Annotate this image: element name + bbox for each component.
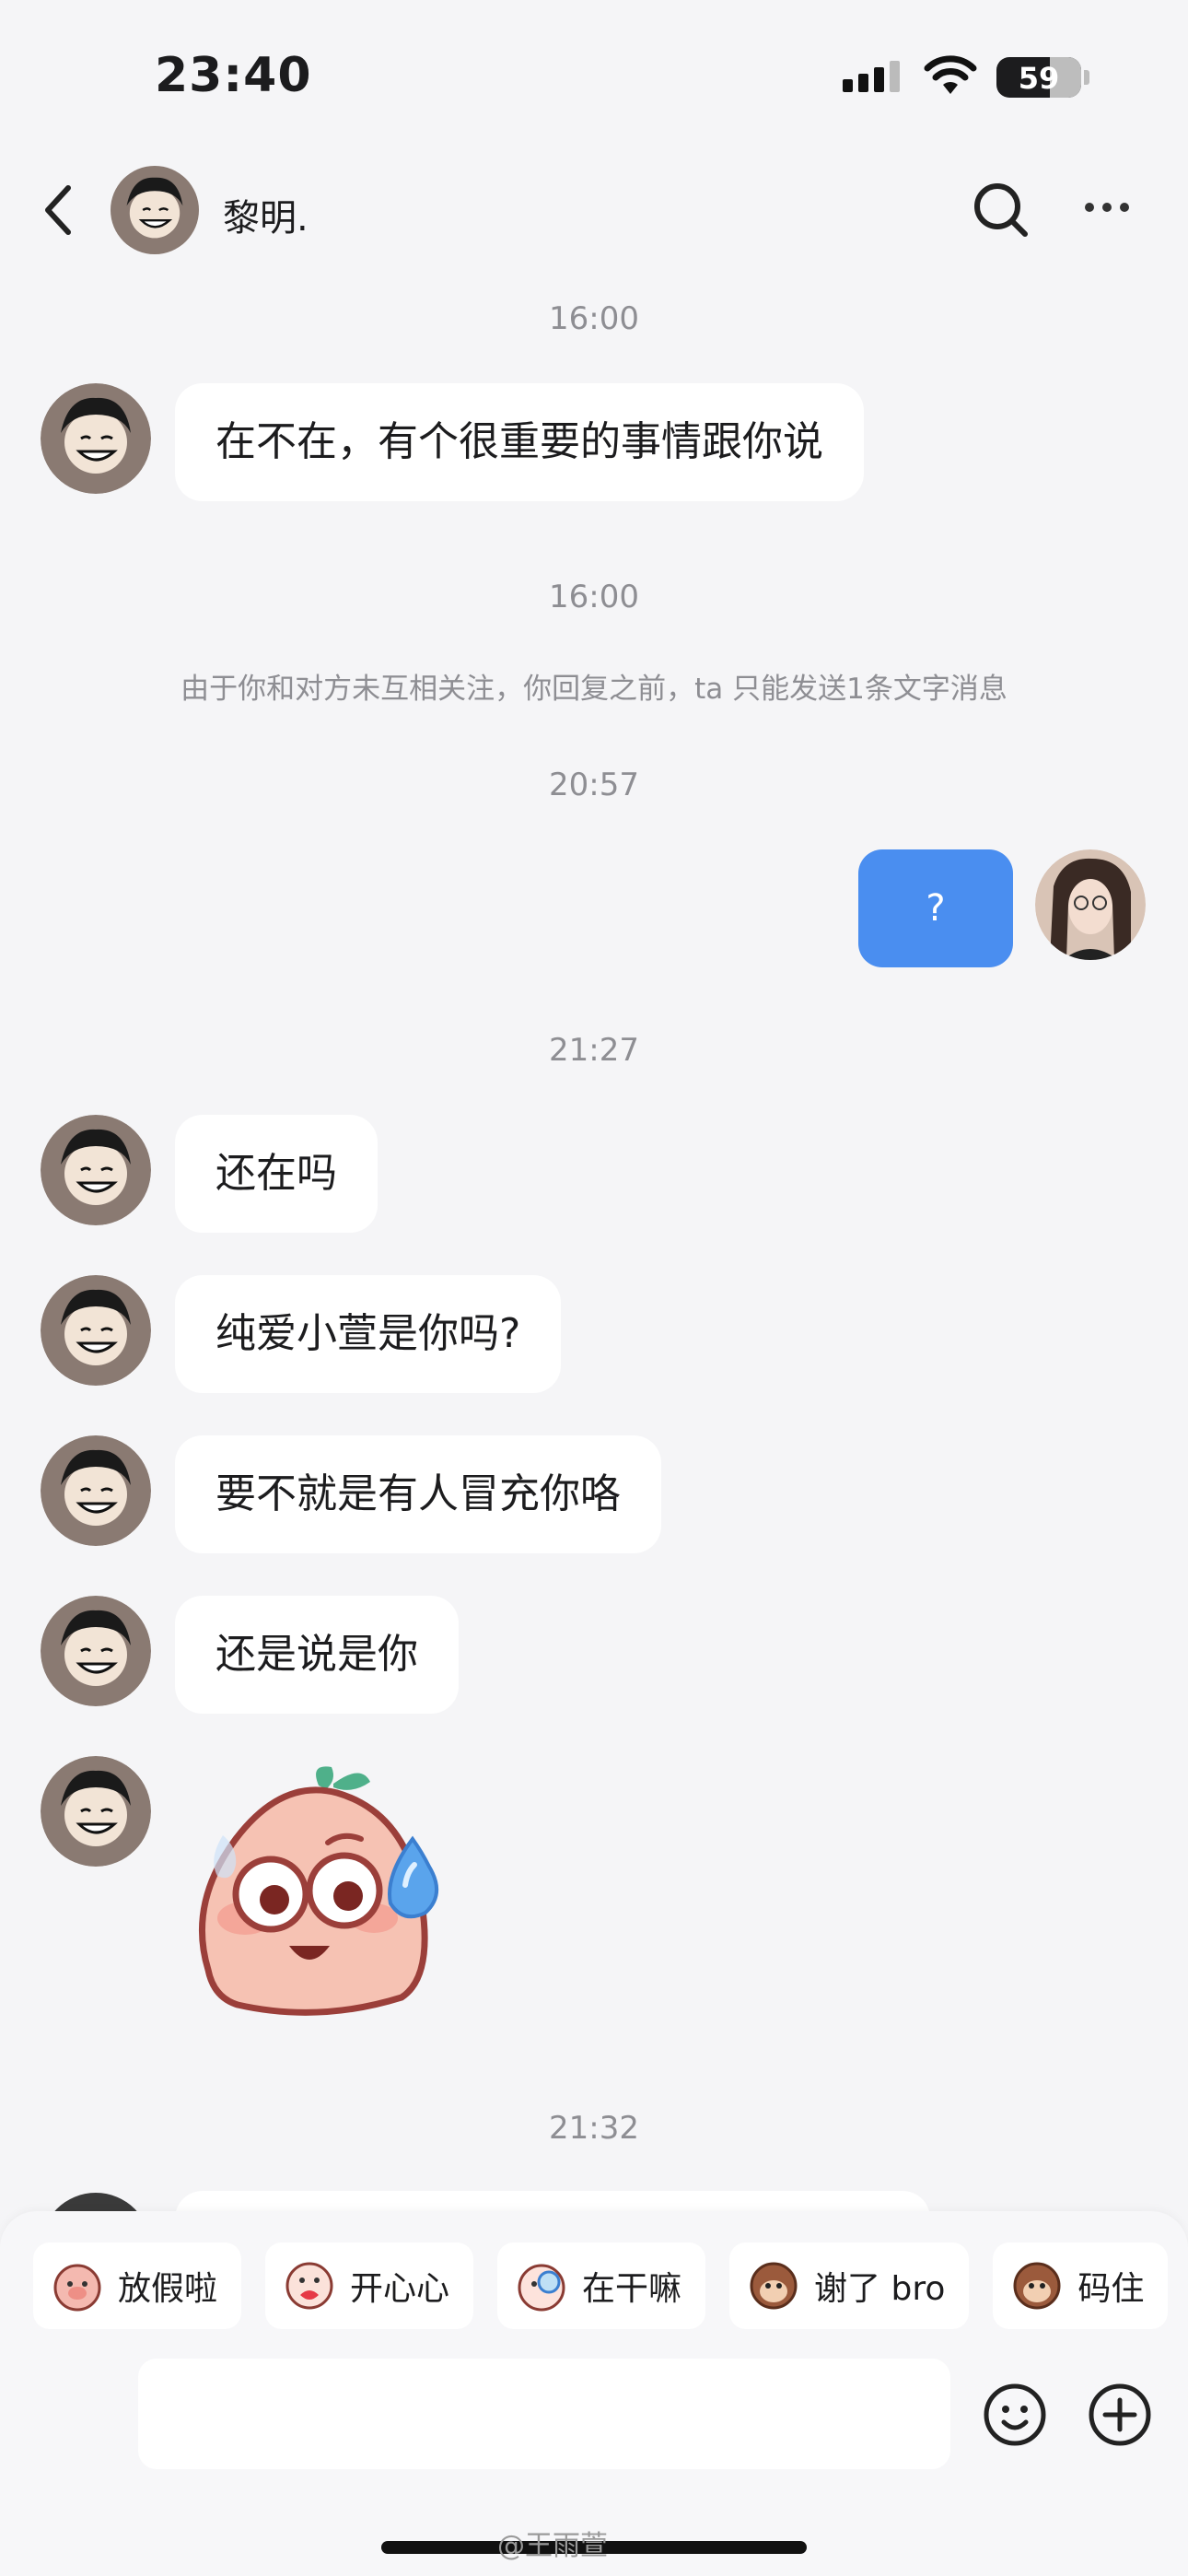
quick-reply-chip[interactable]: 谢了 bro <box>729 2242 970 2329</box>
follow-notice: 由于你和对方未互相关注，你回复之前，ta 只能发送1条文字消息 <box>181 673 1007 706</box>
timestamp: 21:27 <box>549 1032 639 1069</box>
quick-reply-label: 开心心 <box>350 2270 450 2308</box>
emoji-icon[interactable] <box>982 2382 1048 2448</box>
timestamp: 16:00 <box>549 579 639 615</box>
quick-reply-label: 码住 <box>1077 2270 1145 2308</box>
happy-sticker-icon <box>285 2262 333 2310</box>
monkey-sticker-icon <box>750 2262 798 2310</box>
quick-reply-label: 放假啦 <box>118 2270 218 2308</box>
sender-avatar[interactable] <box>41 383 151 494</box>
back-arrow-icon[interactable] <box>41 182 77 238</box>
sender-avatar[interactable] <box>41 1275 151 1386</box>
battery-tip <box>1084 70 1089 85</box>
monkey-sticker-icon <box>1013 2262 1061 2310</box>
message-bubble[interactable]: 还是说是你 <box>175 1596 459 1714</box>
sweat-emoji-sticker[interactable] <box>181 1756 466 2042</box>
cellular-signal-icon <box>843 61 900 92</box>
timestamp: 21:32 <box>549 2110 639 2147</box>
wifi-icon <box>924 55 977 94</box>
sent-message-bubble[interactable]: ? <box>858 849 1013 967</box>
sender-avatar[interactable] <box>41 1115 151 1225</box>
battery-level: 59 <box>1018 61 1060 96</box>
watermark: @王雨萱 <box>497 2530 608 2562</box>
contact-avatar[interactable] <box>111 166 199 254</box>
quick-reply-bar: 放假啦 开心心 在干嘛 谢了 bro 码住 <box>33 2242 1169 2329</box>
sender-avatar[interactable] <box>41 1435 151 1546</box>
add-icon[interactable] <box>1087 2382 1153 2448</box>
status-time: 23:40 <box>155 48 312 103</box>
contact-name[interactable]: 黎明. <box>223 188 309 241</box>
timestamp: 16:00 <box>549 300 639 337</box>
pig-sticker-icon <box>53 2264 101 2312</box>
my-avatar[interactable] <box>1035 849 1146 960</box>
timestamp: 20:57 <box>549 767 639 803</box>
search-icon[interactable] <box>972 181 1031 240</box>
sender-avatar[interactable] <box>41 1596 151 1706</box>
message-bubble[interactable]: 要不就是有人冒充你咯 <box>175 1435 661 1553</box>
quick-reply-chip[interactable]: 放假啦 <box>33 2242 242 2329</box>
message-input[interactable] <box>138 2359 950 2469</box>
more-options-icon[interactable] <box>1085 203 1129 212</box>
quick-reply-label: 谢了 bro <box>814 2270 946 2308</box>
curious-sticker-icon <box>518 2264 565 2312</box>
quick-reply-chip[interactable]: 码住 <box>993 2242 1169 2329</box>
sender-avatar[interactable] <box>41 1756 151 1867</box>
quick-reply-chip[interactable]: 开心心 <box>265 2242 474 2329</box>
battery-icon: 59 <box>996 57 1081 98</box>
quick-reply-label: 在干嘛 <box>582 2270 682 2308</box>
message-bubble[interactable]: 纯爱小萱是你吗? <box>175 1275 562 1393</box>
quick-reply-chip[interactable]: 在干嘛 <box>497 2242 706 2329</box>
message-bubble[interactable]: 还在吗 <box>175 1115 378 1233</box>
message-bubble[interactable]: 在不在，有个很重要的事情跟你说 <box>175 383 864 501</box>
